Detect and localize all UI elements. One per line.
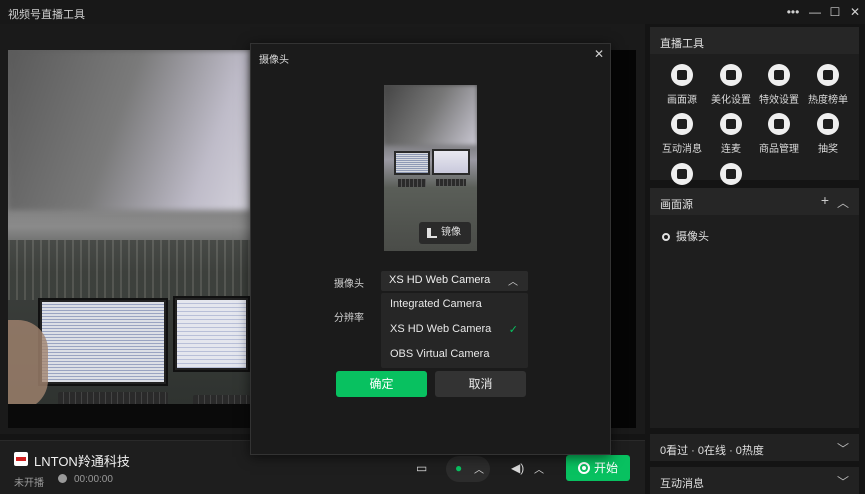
tool-label: 互动消息 bbox=[662, 144, 702, 155]
wand-icon bbox=[720, 163, 742, 185]
stats-text: 0看过 · 0在线 · 0热度 bbox=[660, 445, 764, 457]
tool-heart[interactable] bbox=[657, 163, 707, 185]
chevron-up-icon[interactable]: ︿ bbox=[474, 461, 484, 476]
more-icon[interactable]: ••• bbox=[784, 3, 802, 21]
live-tools-panel: 直播工具 画面源 美化设置 特效设置 热度榜单 互动消息 连麦 商品管理 抽奖 bbox=[650, 27, 859, 185]
tool-effects[interactable]: 特效设置 bbox=[754, 64, 804, 106]
chevron-up-icon[interactable]: ︿ bbox=[837, 194, 849, 211]
selected-camera: XS HD Web Camera bbox=[389, 274, 491, 286]
maximize-icon[interactable]: ☐ bbox=[826, 3, 844, 21]
resolution-label: 分辨率 bbox=[334, 313, 364, 324]
chevron-up-icon[interactable]: ︿ bbox=[534, 461, 544, 476]
tool-label: 连麦 bbox=[721, 144, 741, 155]
mirror-icon bbox=[427, 228, 437, 238]
close-icon[interactable]: ✕ bbox=[594, 47, 604, 61]
camera-dialog: 摄像头 ✕ 镜像 摄像头 分辨率 XS HD Web Camera ︿ Inte… bbox=[250, 43, 611, 455]
messages-title: 互动消息 bbox=[660, 478, 704, 490]
confirm-button[interactable]: 确定 bbox=[336, 371, 427, 397]
checkmark-icon: ✓ bbox=[508, 324, 518, 336]
sources-panel: 画面源 + ︿ 摄像头 bbox=[650, 188, 859, 428]
window-title: 视频号直播工具 bbox=[8, 9, 85, 21]
tools-grid: 画面源 美化设置 特效设置 热度榜单 互动消息 连麦 商品管理 抽奖 bbox=[650, 54, 859, 185]
sources-title: 画面源 bbox=[660, 199, 693, 211]
microphone-icon: ● bbox=[455, 461, 463, 475]
clock-icon bbox=[58, 474, 67, 483]
microphone-control[interactable]: ● ︿ bbox=[446, 456, 490, 482]
live-tools-title: 直播工具 bbox=[650, 27, 859, 54]
rotate-icon: ▭ bbox=[416, 461, 428, 475]
tool-label: 热度榜单 bbox=[808, 95, 848, 106]
add-source-icon[interactable]: + bbox=[821, 192, 829, 208]
messages-header: 互动消息 ﹀ bbox=[650, 467, 859, 494]
close-icon[interactable]: ✕ bbox=[846, 3, 864, 21]
camera-label: 摄像头 bbox=[334, 279, 364, 290]
mirror-button[interactable]: 镜像 bbox=[419, 222, 471, 244]
shop-bag-icon bbox=[768, 113, 790, 135]
call-icon bbox=[720, 113, 742, 135]
brand-logo-icon bbox=[14, 452, 28, 466]
source-item-camera[interactable]: 摄像头 bbox=[662, 228, 709, 244]
camera-feed-image bbox=[8, 50, 250, 404]
tool-label: 抽奖 bbox=[818, 144, 838, 155]
cancel-button[interactable]: 取消 bbox=[435, 371, 526, 397]
messages-panel[interactable]: 互动消息 ﹀ bbox=[650, 467, 859, 494]
tool-label: 画面源 bbox=[667, 95, 697, 106]
camera-dropdown-menu: Integrated Camera XS HD Web Camera ✓ OBS… bbox=[381, 293, 528, 368]
tool-beauty[interactable]: 美化设置 bbox=[706, 64, 756, 106]
chevron-up-icon: ︿ bbox=[508, 277, 518, 288]
speaker-icon: ◀) bbox=[511, 461, 525, 475]
effects-icon bbox=[768, 64, 790, 86]
chevron-down-icon[interactable]: ﹀ bbox=[837, 440, 849, 457]
screen-rotate-button[interactable]: ▭ bbox=[410, 456, 438, 482]
minimize-icon[interactable]: — bbox=[806, 3, 824, 21]
mirror-label: 镜像 bbox=[441, 227, 461, 238]
tool-co-host[interactable]: 连麦 bbox=[706, 113, 756, 155]
screen-source-icon bbox=[671, 64, 693, 86]
tool-interactive-messages[interactable]: 互动消息 bbox=[657, 113, 707, 155]
tool-wand[interactable] bbox=[706, 163, 756, 185]
record-icon bbox=[578, 462, 590, 474]
stats-header: 0看过 · 0在线 · 0热度 ﹀ bbox=[650, 434, 859, 461]
start-label: 开始 bbox=[594, 461, 619, 475]
tool-label: 商品管理 bbox=[759, 144, 799, 155]
camera-option[interactable]: Integrated Camera bbox=[390, 298, 482, 310]
list-icon bbox=[817, 64, 839, 86]
source-item-label: 摄像头 bbox=[676, 231, 709, 243]
tool-product-management[interactable]: 商品管理 bbox=[754, 113, 804, 155]
live-timer: 00:00:00 bbox=[74, 474, 113, 485]
beauty-icon bbox=[720, 64, 742, 86]
sources-header: 画面源 + ︿ bbox=[650, 188, 859, 215]
chevron-down-icon[interactable]: ﹀ bbox=[837, 473, 849, 490]
tool-label: 特效设置 bbox=[759, 95, 799, 106]
stats-panel[interactable]: 0看过 · 0在线 · 0热度 ﹀ bbox=[650, 434, 859, 461]
dialog-title: 摄像头 bbox=[259, 55, 289, 66]
title-bar: 视频号直播工具 ••• — ☐ ✕ bbox=[0, 0, 865, 24]
tool-hot-list[interactable]: 热度榜单 bbox=[803, 64, 853, 106]
heart-icon bbox=[671, 163, 693, 185]
tool-screen-source[interactable]: 画面源 bbox=[657, 64, 707, 106]
brand-name: LNTON羚通科技 bbox=[34, 454, 130, 469]
speaker-control[interactable]: ◀) ︿ bbox=[502, 456, 552, 482]
location-pin-icon bbox=[662, 233, 670, 241]
camera-select[interactable]: XS HD Web Camera ︿ bbox=[381, 271, 528, 291]
camera-option[interactable]: OBS Virtual Camera bbox=[390, 348, 489, 360]
message-icon bbox=[671, 113, 693, 135]
start-live-button[interactable]: 开始 bbox=[566, 455, 630, 481]
tool-label: 美化设置 bbox=[711, 95, 751, 106]
lottery-icon bbox=[817, 113, 839, 135]
camera-option[interactable]: XS HD Web Camera bbox=[390, 323, 491, 335]
live-status: 未开播 bbox=[14, 478, 44, 489]
tool-lottery[interactable]: 抽奖 bbox=[803, 113, 853, 155]
